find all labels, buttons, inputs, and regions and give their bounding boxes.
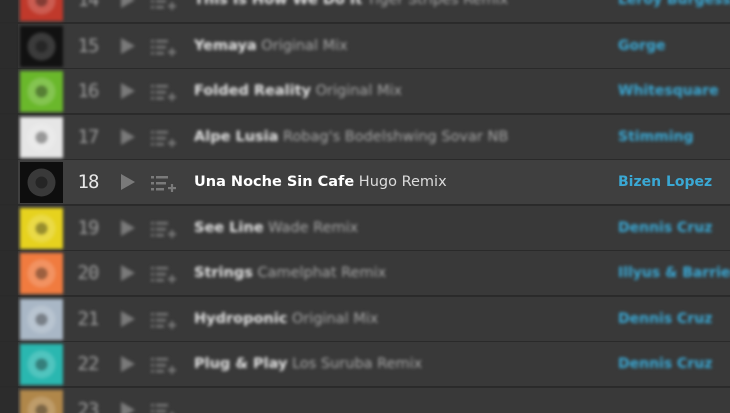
track-title[interactable]: Hydroponic Original Mix <box>194 297 378 342</box>
track-name: Plug & Play <box>194 356 288 372</box>
add-to-queue-icon[interactable] <box>151 173 177 193</box>
track-row[interactable]: 21 Hydroponic Original Mix Dennis Cruz <box>0 296 730 342</box>
track-row[interactable]: 22 Plug & Play Los Suruba Remix Dennis Cru… <box>0 342 730 387</box>
add-to-queue-icon[interactable] <box>151 310 177 330</box>
track-row-content: 15 Yemaya Original Mix Gorge <box>0 24 730 68</box>
track-title[interactable]: Alpe Lusia Robag's Bodelshwing Sovar NB <box>194 115 508 160</box>
track-title[interactable]: Strings Camelphat Remix <box>194 251 386 296</box>
artist-link[interactable]: Stimming <box>618 115 694 160</box>
play-icon[interactable] <box>121 128 135 145</box>
track-number: 18 <box>77 171 100 193</box>
track-mix: Original Mix <box>256 37 348 54</box>
track-row-content: 17 Alpe Lusia Robag's Bodelshwing Sovar N… <box>0 115 730 159</box>
track-name: See Line <box>194 219 264 236</box>
track-row[interactable]: 15 Yemaya Original Mix Gorge <box>0 23 730 69</box>
play-icon[interactable] <box>121 174 135 190</box>
artist-link[interactable]: Leroy Burgess, <box>618 0 730 23</box>
artist-link[interactable]: Gorge <box>618 24 666 69</box>
track-row-content: 21 Hydroponic Original Mix Dennis Cruz <box>0 297 730 341</box>
track-name: Folded Reality <box>194 83 311 99</box>
add-to-queue-icon[interactable] <box>151 128 177 148</box>
track-title[interactable]: Una Noche Sin Cafe Hugo Remix <box>194 160 447 205</box>
track-number: 19 <box>77 216 100 239</box>
track-title[interactable]: See Line Wade Remix <box>194 206 358 251</box>
track-name: Alpe Lusia <box>194 128 279 145</box>
track-mix: Robag's Bodelshwing Sovar NB <box>278 128 509 145</box>
track-row-content: 23 <box>0 388 730 413</box>
track-mix: Camelphat Remix <box>252 265 387 281</box>
artist-link[interactable]: Dennis Cruz <box>618 297 712 342</box>
track-mix: Los Suruba Remix <box>287 356 423 372</box>
track-row-content: 20 Strings Camelphat Remix Illyus & Barrie… <box>0 251 730 295</box>
track-row-content: 19 See Line Wade Remix Dennis Cruz <box>0 206 730 250</box>
play-icon[interactable] <box>121 37 135 54</box>
track-name: Una Noche Sin Cafe <box>194 174 355 190</box>
artist-link[interactable]: Bizen Lopez <box>618 160 712 205</box>
track-title[interactable]: Folded Reality Original Mix <box>194 69 402 114</box>
play-icon[interactable] <box>121 219 135 236</box>
add-to-queue-icon[interactable] <box>151 82 177 102</box>
track-row[interactable]: 20 Strings Camelphat Remix Illyus & Barrie… <box>0 251 730 296</box>
track-mix: Hugo Remix <box>354 174 447 190</box>
track-row[interactable]: 16 Folded Reality Original Mix Whitesquare <box>0 69 730 114</box>
track-row-content: 14 This Is How We Do It Tiger Stripes Rem… <box>0 0 730 22</box>
track-mix: Wade Remix <box>263 219 359 236</box>
track-row-content: 22 Plug & Play Los Suruba Remix Dennis Cru… <box>0 342 730 386</box>
play-icon[interactable] <box>121 310 135 327</box>
play-icon[interactable] <box>121 0 135 8</box>
track-number: 21 <box>77 307 100 330</box>
track-row[interactable]: 14 This Is How We Do It Tiger Stripes Rem… <box>0 0 730 23</box>
track-row[interactable]: 17 Alpe Lusia Robag's Bodelshwing Sovar N… <box>0 114 730 160</box>
play-icon[interactable] <box>121 356 135 372</box>
track-number: 14 <box>77 0 100 11</box>
track-row-content: 18 Una Noche Sin Cafe Hugo Remix Bizen Lop… <box>0 160 730 204</box>
track-number: 17 <box>77 125 100 148</box>
track-title[interactable]: This Is How We Do It Tiger Stripes Remix <box>194 0 508 23</box>
track-mix: Original Mix <box>311 83 403 99</box>
track-number: 20 <box>77 262 100 284</box>
track-list: 14 This Is How We Do It Tiger Stripes Rem… <box>0 0 730 413</box>
track-mix: Original Mix <box>287 310 379 327</box>
play-icon[interactable] <box>121 83 135 99</box>
track-number: 15 <box>77 34 100 57</box>
track-title[interactable]: Plug & Play Los Suruba Remix <box>194 342 422 387</box>
track-name: This Is How We Do It <box>194 0 363 8</box>
artist-link[interactable]: Illyus & Barrientos <box>618 251 730 296</box>
track-row[interactable]: 23 <box>0 387 730 413</box>
artist-link[interactable]: Whitesquare <box>618 69 719 114</box>
track-number: 16 <box>77 80 100 102</box>
artist-link[interactable]: Dennis Cruz <box>618 206 712 251</box>
track-number: 23 <box>77 398 100 413</box>
track-row[interactable]: 19 See Line Wade Remix Dennis Cruz <box>0 205 730 251</box>
play-icon[interactable] <box>121 265 135 281</box>
track-row-content: 16 Folded Reality Original Mix Whitesquare <box>0 69 730 113</box>
track-title[interactable]: Yemaya Original Mix <box>194 24 348 69</box>
add-to-queue-icon[interactable] <box>151 264 177 284</box>
add-to-queue-icon[interactable] <box>151 355 177 375</box>
track-name: Strings <box>194 265 253 281</box>
add-to-queue-icon[interactable] <box>151 401 177 413</box>
play-icon[interactable] <box>121 401 135 413</box>
track-mix: Tiger Stripes Remix <box>362 0 509 8</box>
track-number: 22 <box>77 353 100 375</box>
track-name: Hydroponic <box>194 310 288 327</box>
track-row[interactable]: 18 Una Noche Sin Cafe Hugo Remix Bizen Lop… <box>0 160 730 205</box>
add-to-queue-icon[interactable] <box>151 219 177 239</box>
artist-link[interactable]: Dennis Cruz <box>618 342 712 387</box>
track-name: Yemaya <box>194 37 257 54</box>
add-to-queue-icon[interactable] <box>151 37 177 57</box>
add-to-queue-icon[interactable] <box>151 0 177 11</box>
